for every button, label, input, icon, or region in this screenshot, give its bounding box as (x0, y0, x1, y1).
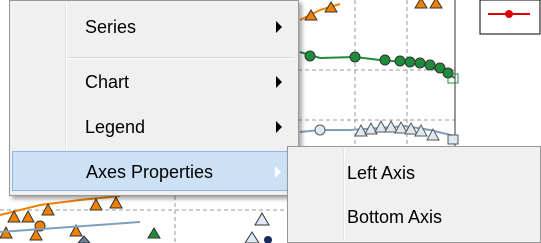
series-marker-blue (244, 231, 260, 243)
series-marker-blue (447, 134, 459, 145)
series-marker-blue (414, 123, 428, 137)
menu-item-label: Bottom Axis (347, 207, 443, 227)
menu-item-label: Axes Properties (86, 162, 214, 182)
submenu-arrow-icon (276, 121, 282, 133)
series-marker-green (379, 54, 391, 66)
series-marker-green (404, 56, 416, 68)
series-marker-green (349, 51, 361, 63)
series-marker-dark (264, 236, 272, 243)
axes-submenu: Left Axis Bottom Axis (287, 146, 541, 243)
series-marker-blue (77, 235, 91, 243)
series-line-blue (0, 221, 141, 233)
menu-item-label: Left Axis (347, 163, 416, 183)
submenu-arrow-icon (276, 21, 282, 33)
series-line-orange (0, 195, 121, 216)
menu-item-axes-properties[interactable]: Axes Properties (12, 151, 296, 191)
series-marker-blue (314, 124, 326, 136)
series-marker-green (414, 57, 426, 69)
series-marker-green (304, 50, 316, 62)
series-marker-orange (414, 0, 428, 9)
menu-item-legend[interactable]: Legend (12, 107, 296, 147)
series-marker-orange (21, 209, 35, 223)
series-marker-green (147, 227, 161, 239)
menu-item-label: Series (85, 17, 137, 37)
series-marker-orange (429, 0, 443, 9)
menu-item-label: Chart (85, 72, 130, 92)
series-marker-blue (254, 212, 270, 226)
menu-item-label: Legend (85, 117, 146, 137)
context-menu: Series Chart Legend Axes Properties (9, 0, 299, 196)
menu-separator (68, 57, 294, 59)
submenu-arrow-icon (275, 166, 281, 178)
series-marker-green (424, 59, 436, 71)
series-marker-orange (89, 197, 103, 211)
submenu-item-bottom-axis[interactable]: Bottom Axis (290, 197, 538, 237)
legend-marker-red (505, 10, 513, 18)
series-marker-green (394, 55, 406, 67)
menu-item-chart[interactable]: Chart (12, 62, 296, 102)
submenu-item-left-axis[interactable]: Left Axis (290, 153, 538, 193)
submenu-arrow-icon (276, 76, 282, 88)
menu-item-series[interactable]: Series (12, 7, 296, 47)
series-marker-orange (109, 195, 123, 209)
series-marker-blue (374, 119, 388, 133)
